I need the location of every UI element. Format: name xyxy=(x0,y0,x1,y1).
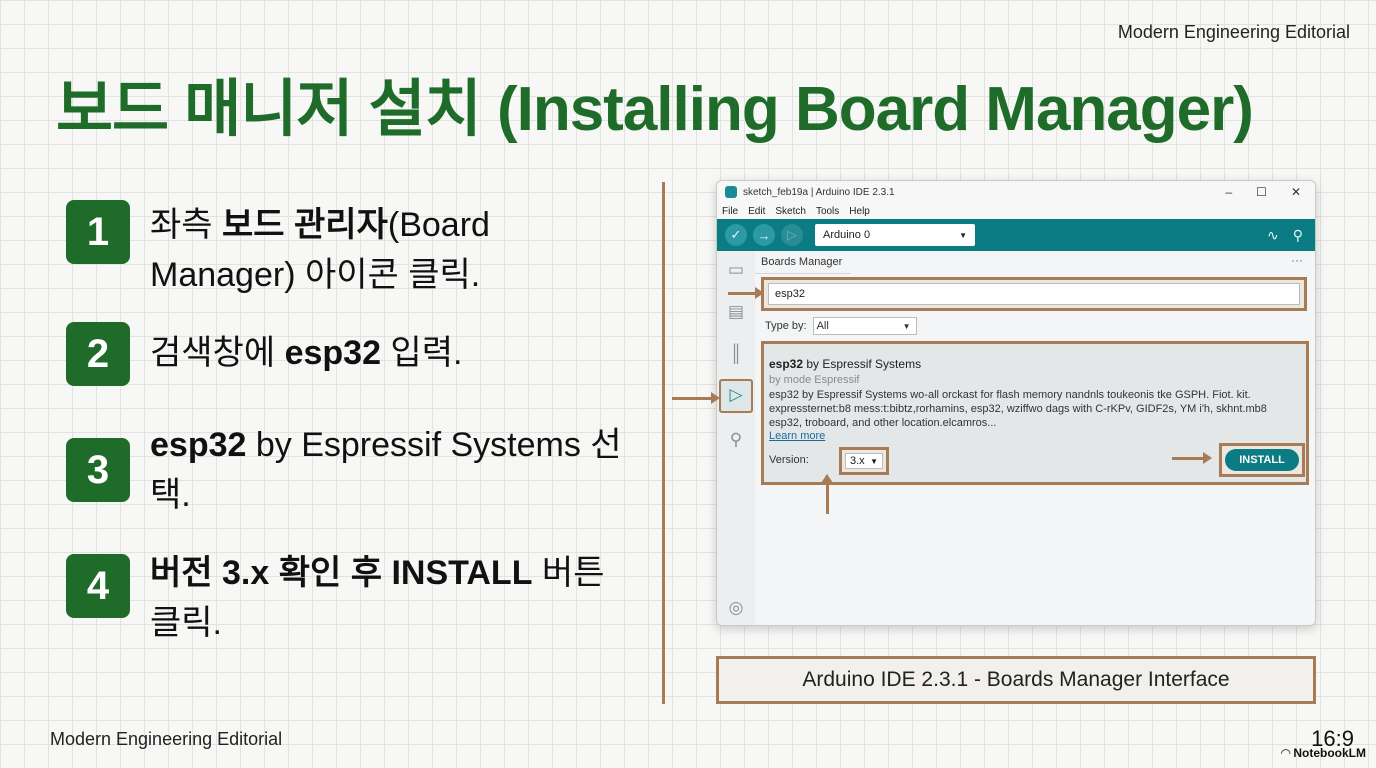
menu-bar: File Edit Sketch Tools Help xyxy=(717,203,1315,219)
boards-manager-panel: Boards Manager ··· esp32 Type by: All ▼ e… xyxy=(755,251,1315,625)
arrow-to-install xyxy=(1172,452,1212,464)
close-button[interactable]: ✕ xyxy=(1291,185,1301,199)
step-number-badge: 4 xyxy=(66,554,130,618)
arrow-to-boards-icon xyxy=(672,392,720,404)
step-3: 3 esp32 by Espressif Systems 선택. xyxy=(66,426,630,520)
menu-help[interactable]: Help xyxy=(849,206,870,217)
account-icon[interactable]: ◎ xyxy=(725,597,747,619)
arduino-app-icon xyxy=(725,186,737,198)
install-button[interactable]: INSTALL xyxy=(1225,449,1299,471)
notebooklm-icon: ◠ xyxy=(1281,746,1291,760)
ide-toolbar: ✓ → ▷ Arduino 0 ▼ ∿ ⚲ xyxy=(717,219,1315,251)
version-highlight: 3.x ▼ xyxy=(839,447,889,475)
step-text: 검색창에 esp32 입력. xyxy=(150,334,463,372)
menu-edit[interactable]: Edit xyxy=(748,206,765,217)
chevron-down-icon: ▼ xyxy=(902,321,911,331)
step-text: esp32 by Espressif Systems 선택. xyxy=(150,426,622,514)
step-2: 2 검색창에 esp32 입력. xyxy=(66,322,630,386)
boards-manager-icon[interactable]: ▷ xyxy=(719,379,753,413)
step-4: 4 버전 3.x 확인 후 INSTALL 버튼 클릭. xyxy=(66,554,630,648)
step-number-badge: 3 xyxy=(66,438,130,502)
folder-icon[interactable]: ▭ xyxy=(725,259,747,281)
window-title: sketch_feb19a | Arduino IDE 2.3.1 xyxy=(743,186,895,198)
panel-title: Boards Manager xyxy=(761,256,843,268)
search-input[interactable]: esp32 xyxy=(768,283,1300,305)
ide-body: ▭ ▤ ║ ▷ ⚲ ◎ Boards Manager ··· esp32 Typ… xyxy=(717,251,1315,625)
menu-file[interactable]: File xyxy=(722,206,738,217)
version-select[interactable]: 3.x ▼ xyxy=(845,453,883,469)
serial-monitor-icon[interactable]: ⚲ xyxy=(1293,227,1303,244)
package-description: esp32 by Espressif Systems wo-all orckas… xyxy=(769,389,1267,429)
brand-header: Modern Engineering Editorial xyxy=(1117,22,1350,42)
serial-plotter-icon[interactable]: ∿ xyxy=(1267,227,1279,244)
version-label: Version: xyxy=(769,454,809,466)
package-name: esp32 by Espressif Systems xyxy=(769,357,922,371)
window-titlebar: sketch_feb19a | Arduino IDE 2.3.1 – ☐ ✕ xyxy=(717,181,1315,203)
learn-more-link[interactable]: Learn more xyxy=(769,430,825,442)
chevron-down-icon: ▼ xyxy=(959,230,967,240)
brand-footer: Modern Engineering Editorial xyxy=(50,729,283,749)
type-select[interactable]: All ▼ xyxy=(812,317,917,335)
package-author: by mode Espressif xyxy=(769,374,860,386)
step-1: 1 좌측 보드 관리자(Board Manager) 아이콘 클릭. xyxy=(66,200,630,300)
search-icon[interactable]: ⚲ xyxy=(725,429,747,451)
arrow-to-version xyxy=(821,474,833,514)
figure-caption: Arduino IDE 2.3.1 - Boards Manager Inter… xyxy=(716,656,1316,704)
menu-sketch[interactable]: Sketch xyxy=(775,206,806,217)
minimize-button[interactable]: – xyxy=(1225,185,1232,199)
maximize-button[interactable]: ☐ xyxy=(1256,185,1267,199)
tab-underline xyxy=(755,273,851,274)
verify-icon[interactable]: ✓ xyxy=(725,224,747,246)
type-label: Type by: xyxy=(765,320,807,332)
sketchbook-icon[interactable]: ▤ xyxy=(725,301,747,323)
step-text: 버전 3.x 확인 후 INSTALL 버튼 클릭. xyxy=(150,554,605,642)
arduino-ide-window: sketch_feb19a | Arduino IDE 2.3.1 – ☐ ✕ … xyxy=(716,180,1316,626)
debug-icon[interactable]: ▷ xyxy=(781,224,803,246)
chevron-down-icon: ▼ xyxy=(870,456,878,466)
type-filter-row: Type by: All ▼ xyxy=(765,317,917,335)
notebooklm-logo: ◠ NotebookLM xyxy=(1281,746,1366,760)
library-icon[interactable]: ║ xyxy=(725,343,747,365)
activity-sidebar: ▭ ▤ ║ ▷ ⚲ ◎ xyxy=(717,251,755,625)
step-number-badge: 2 xyxy=(66,322,130,386)
upload-icon[interactable]: → xyxy=(753,224,775,246)
menu-tools[interactable]: Tools xyxy=(816,206,839,217)
search-highlight: esp32 xyxy=(761,277,1307,311)
install-highlight: INSTALL xyxy=(1219,443,1305,477)
page-title: 보드 매니저 설치 (Installing Board Manager) xyxy=(56,75,1254,144)
more-options-icon[interactable]: ··· xyxy=(1291,253,1303,267)
vertical-divider xyxy=(662,182,665,704)
board-package-card: esp32 by Espressif Systems by mode Espre… xyxy=(761,341,1309,485)
step-number-badge: 1 xyxy=(66,200,130,264)
board-selector[interactable]: Arduino 0 ▼ xyxy=(815,224,975,246)
step-text: 좌측 보드 관리자(Board Manager) 아이콘 클릭. xyxy=(150,206,490,294)
arrow-to-search xyxy=(728,287,764,299)
